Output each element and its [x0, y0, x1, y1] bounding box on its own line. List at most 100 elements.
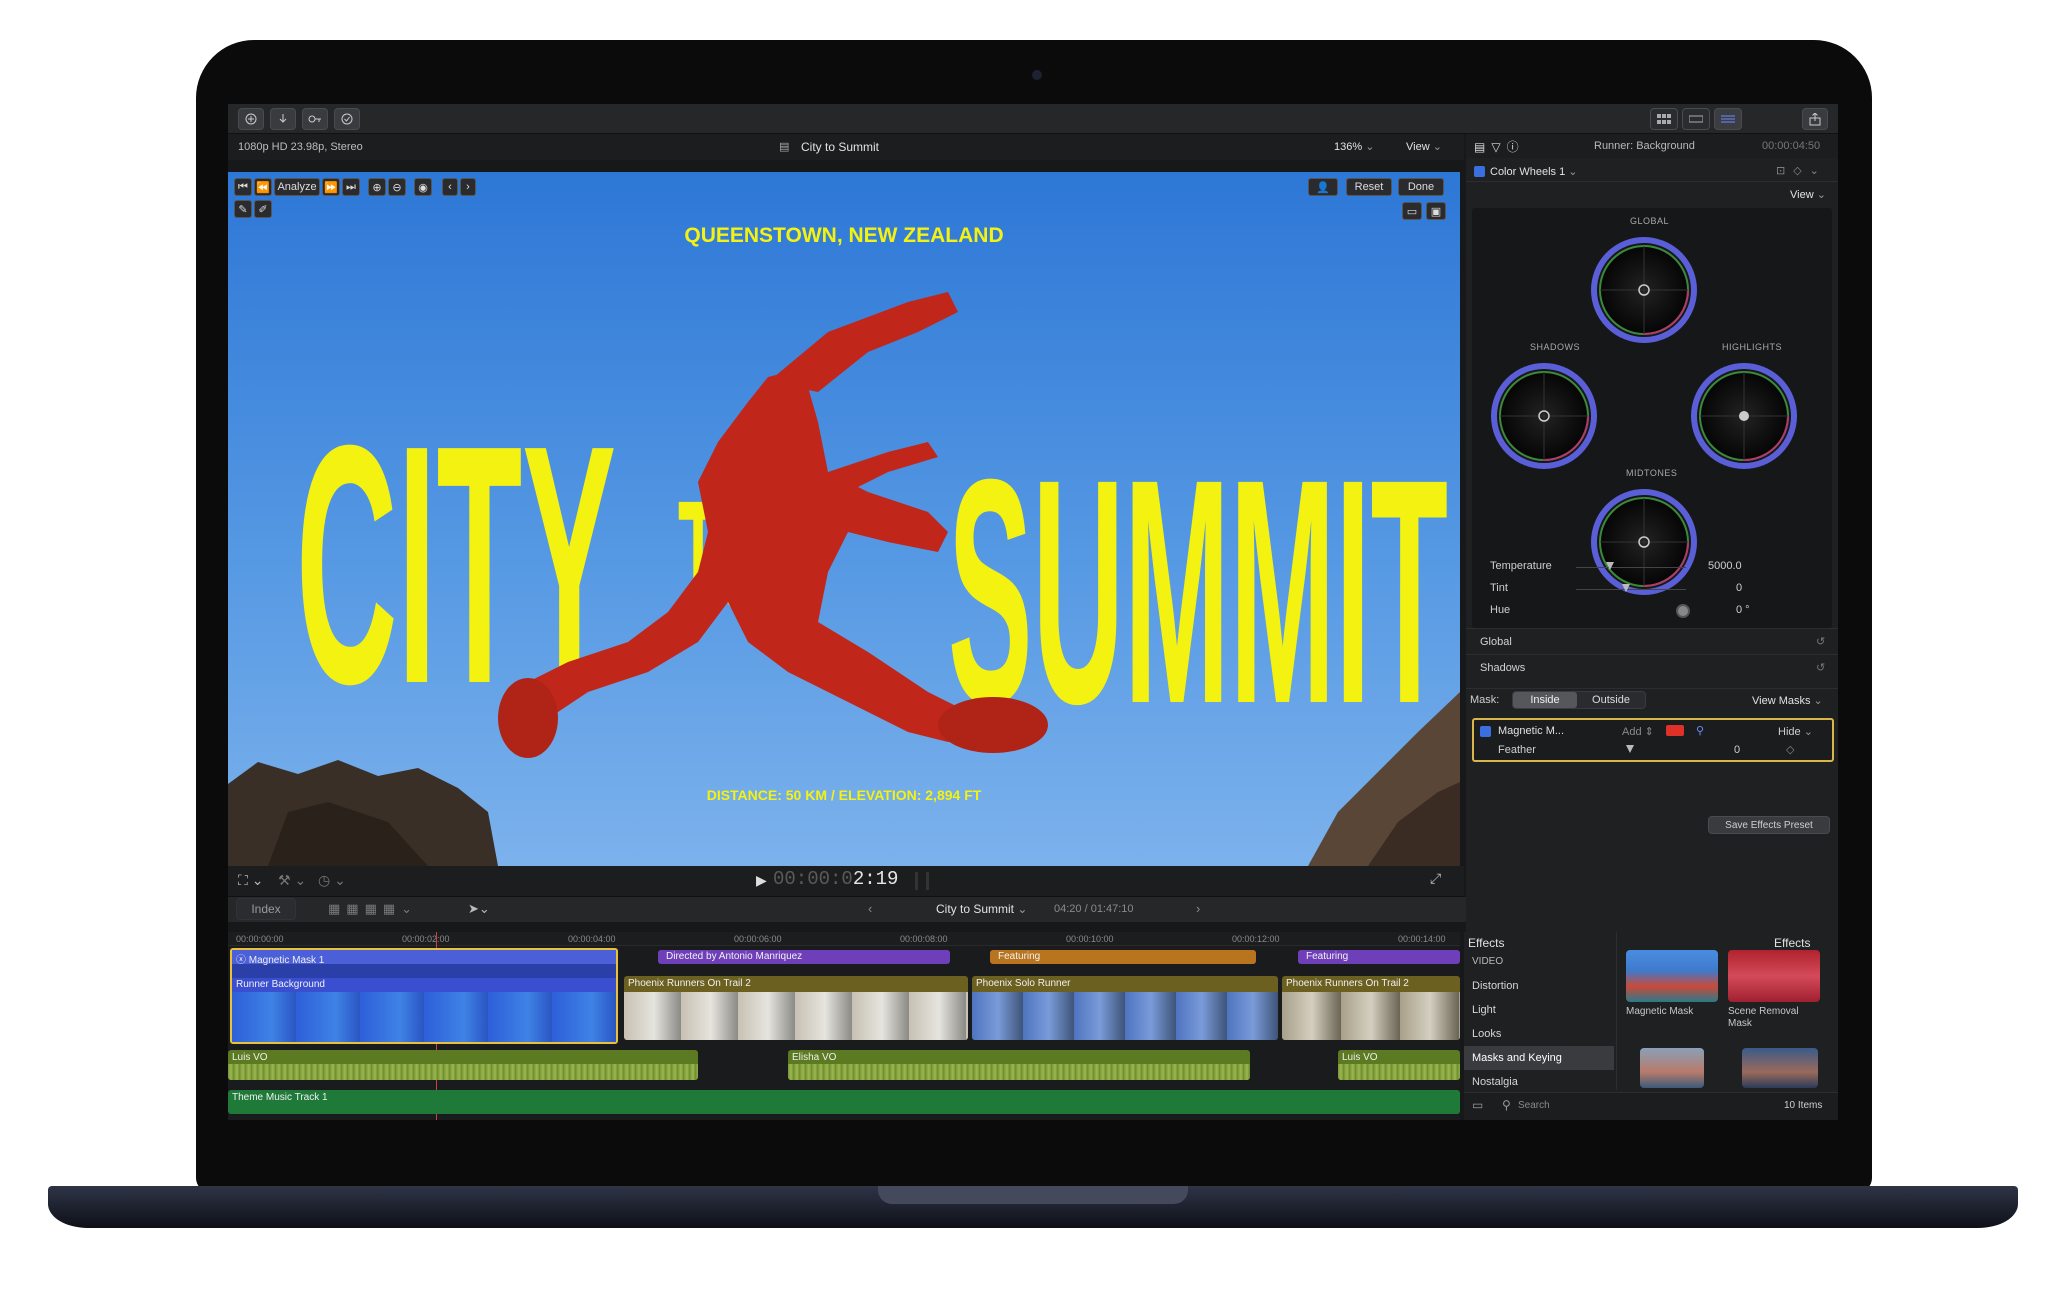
rewind-button[interactable]: ⏪ [254, 178, 272, 196]
viewer-canvas[interactable]: CITY TO SUMMIT QUEENSTOWN, NEW ZEALAND D… [228, 172, 1460, 866]
view-dropdown[interactable]: View ⌄ [1406, 140, 1442, 153]
forward-button[interactable]: ⏩ [322, 178, 340, 196]
select-tool-icon[interactable]: ➤⌄ [468, 901, 490, 917]
music-clip[interactable]: Theme Music Track 1 [228, 1090, 1460, 1114]
keywords-button[interactable] [302, 108, 328, 130]
person-add-button[interactable]: 👤 [1308, 178, 1338, 196]
layout-timeline-button[interactable] [1682, 108, 1710, 130]
target-button[interactable]: ◉ [414, 178, 432, 196]
audio-clip[interactable]: Luis VO [1338, 1050, 1460, 1080]
overlay-mask-button[interactable]: ▣ [1426, 202, 1446, 220]
layout-inspector-button[interactable] [1714, 108, 1742, 130]
hue-value[interactable]: 0 ° [1736, 604, 1750, 616]
search-input[interactable]: Search [1518, 1100, 1550, 1111]
reset-button[interactable]: Reset [1346, 178, 1392, 196]
audio-clip[interactable]: Luis VO [228, 1050, 698, 1080]
global-section[interactable]: Global ↺ [1466, 628, 1838, 654]
hue-dial[interactable] [1676, 604, 1690, 618]
history-forward-icon[interactable]: › [1196, 901, 1200, 916]
index-button[interactable]: Index [236, 898, 296, 920]
mask-outside-option[interactable]: Outside [1578, 692, 1644, 708]
save-effects-preset-button[interactable]: Save Effects Preset [1708, 816, 1830, 834]
ruler-tick: 00:00:12:00 [1232, 934, 1280, 944]
play-icon[interactable]: ▶ [756, 872, 767, 889]
effect-name-dropdown[interactable]: Color Wheels 1 ⌄ [1490, 165, 1577, 178]
shadows-wheel[interactable] [1491, 363, 1597, 469]
import-button[interactable] [238, 108, 264, 130]
zoom-dropdown[interactable]: 136% ⌄ [1334, 140, 1374, 153]
tint-track[interactable] [1576, 589, 1686, 590]
temperature-row[interactable]: Temperature 5000.0 [1476, 556, 1826, 578]
video-clip[interactable]: Phoenix Runners On Trail 2 [624, 976, 968, 1040]
category-nostalgia[interactable]: Nostalgia [1464, 1070, 1614, 1094]
title-clip[interactable]: Featuring [990, 950, 1256, 964]
brush-add-button[interactable]: ✎ [234, 200, 252, 218]
tint-value[interactable]: 0 [1736, 582, 1742, 594]
view-masks-dropdown[interactable]: View Masks ⌄ [1752, 694, 1823, 707]
speed-tool-icon[interactable]: ◷ ⌄ [318, 872, 346, 889]
video-clip[interactable]: Phoenix Solo Runner [972, 976, 1278, 1040]
effect-thumbnail-scene-removal-mask[interactable] [1728, 950, 1820, 1002]
next-button[interactable]: › [460, 178, 476, 196]
audio-clip[interactable]: Elisha VO [788, 1050, 1250, 1080]
overlay-view-button[interactable]: ▭ [1402, 202, 1422, 220]
sidebar-toggle-icon[interactable]: ▭ [1472, 1098, 1483, 1112]
skip-back-button[interactable]: ⏮ [234, 178, 252, 196]
category-masks-and-keying[interactable]: Masks and Keying [1464, 1046, 1614, 1070]
history-back-icon[interactable]: ‹ [868, 901, 872, 916]
wheels-view-dropdown[interactable]: View ⌄ [1790, 188, 1826, 201]
hide-dropdown[interactable]: Hide ⌄ [1778, 725, 1813, 738]
tint-row[interactable]: Tint 0 [1476, 578, 1826, 600]
title-clip[interactable]: Directed by Antonio Manriquez [658, 950, 950, 964]
effect-thumbnail[interactable] [1742, 1048, 1818, 1088]
fullscreen-icon[interactable]: ⤢ [1430, 870, 1441, 887]
temperature-track[interactable] [1576, 567, 1686, 568]
mask-inside-option[interactable]: Inside [1513, 692, 1577, 708]
done-button[interactable]: Done [1398, 178, 1444, 196]
timecode-display[interactable]: 00:00:02:19 [773, 868, 898, 890]
zoom-in-button[interactable]: ⊕ [368, 178, 386, 196]
category-looks[interactable]: Looks [1464, 1022, 1614, 1046]
highlights-wheel[interactable] [1691, 363, 1797, 469]
effect-header-icons[interactable]: ⊡◇⌄ [1776, 164, 1827, 177]
selected-video-clip[interactable]: ⓧ Magnetic Mask 1 Runner Background [230, 948, 618, 1044]
video-clip[interactable]: Phoenix Runners On Trail 2 [1282, 976, 1460, 1040]
effect-enable-checkbox[interactable] [1474, 166, 1485, 177]
feather-value[interactable]: 0 [1734, 744, 1740, 756]
category-video[interactable]: VIDEO [1464, 950, 1614, 974]
reset-icon[interactable]: ↺ [1816, 635, 1825, 648]
timeline-project-dropdown[interactable]: City to Summit ⌄ [936, 902, 1027, 916]
mask-color-swatch[interactable] [1666, 725, 1684, 736]
person-icon[interactable]: ⚲ [1696, 724, 1704, 737]
layout-grid-button[interactable] [1650, 108, 1678, 130]
category-light[interactable]: Light [1464, 998, 1614, 1022]
temperature-handle[interactable] [1606, 562, 1614, 570]
temperature-value[interactable]: 5000.0 [1708, 560, 1742, 572]
keyframe-icon[interactable]: ◇ [1786, 743, 1794, 756]
download-button[interactable] [270, 108, 296, 130]
hue-row[interactable]: Hue 0 ° [1476, 600, 1826, 622]
effect-thumbnail-magnetic-mask[interactable] [1626, 950, 1718, 1002]
title-clip[interactable]: Featuring [1298, 950, 1460, 964]
reset-icon[interactable]: ↺ [1816, 661, 1825, 674]
inspector-tab-icons[interactable]: ▤▽ⓘ [1474, 138, 1525, 155]
analyze-button[interactable]: Analyze [274, 178, 320, 196]
brush-subtract-button[interactable]: ✐ [254, 200, 272, 218]
tint-handle[interactable] [1622, 584, 1630, 592]
zoom-out-button[interactable]: ⊖ [388, 178, 406, 196]
background-tasks-button[interactable] [334, 108, 360, 130]
transform-tool-icon[interactable]: ⛶ ⌄ [238, 872, 263, 889]
skip-forward-button[interactable]: ⏭ [342, 178, 360, 196]
enhance-tool-icon[interactable]: ⚒ ⌄ [278, 872, 306, 889]
append-icons[interactable]: ▦▦▦▦⌄ [328, 901, 418, 917]
prev-button[interactable]: ‹ [442, 178, 458, 196]
effect-thumbnail[interactable] [1640, 1048, 1704, 1088]
add-dropdown[interactable]: Add ⇕ [1622, 725, 1654, 738]
shadows-section[interactable]: Shadows ↺ [1466, 654, 1838, 680]
timeline[interactable]: 00:00:00:00 00:00:02:00 00:00:04:00 00:0… [228, 932, 1460, 1120]
share-button[interactable] [1802, 108, 1828, 130]
category-distortion[interactable]: Distortion [1464, 974, 1614, 998]
magnetic-mask-checkbox[interactable] [1480, 726, 1491, 737]
global-wheel[interactable] [1591, 237, 1697, 343]
close-icon[interactable]: ⓧ [236, 955, 246, 966]
